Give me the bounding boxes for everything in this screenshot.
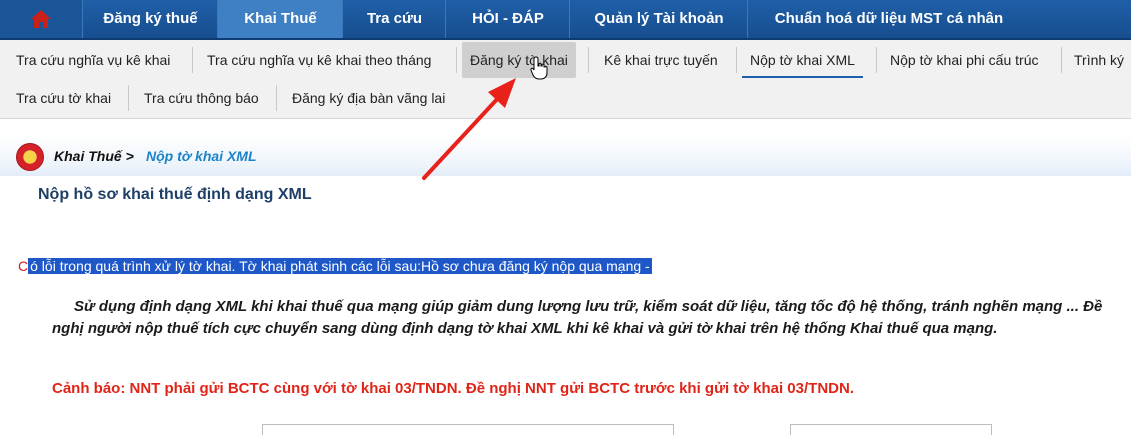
breadcrumb: Khai Thuế > Nộp tờ khai XML — [0, 136, 1131, 176]
subnav-trinh-ky[interactable]: Trình ký — [1066, 42, 1131, 78]
top-navigation-bar: Đăng ký thuế Khai Thuế Tra cứu HỎI - ĐÁP… — [0, 0, 1131, 40]
subnav-dang-ky-dia-ban-vang-lai[interactable]: Đăng ký địa bàn vãng lai — [284, 80, 453, 116]
divider — [128, 85, 129, 111]
divider — [276, 85, 277, 111]
divider — [192, 47, 193, 73]
subnav-tra-cuu-thong-bao[interactable]: Tra cứu thông báo — [136, 80, 267, 116]
subnav-tra-cuu-nghia-vu-theo-thang[interactable]: Tra cứu nghĩa vụ kê khai theo tháng — [199, 42, 439, 78]
divider — [736, 47, 737, 73]
nav-chuan-hoa-du-lieu[interactable]: Chuẩn hoá dữ liệu MST cá nhân — [747, 0, 1030, 38]
error-message-first-char: C — [18, 258, 29, 274]
subnav-tra-cuu-nghia-vu-ke-khai[interactable]: Tra cứu nghĩa vụ kê khai — [8, 42, 178, 78]
subnav-nop-to-khai-xml[interactable]: Nộp tờ khai XML — [742, 42, 863, 78]
subnav-dang-ky-to-khai[interactable]: Đăng ký tờ khai — [462, 42, 576, 78]
home-button[interactable] — [0, 0, 82, 38]
nav-hoi-dap[interactable]: HỎI - ĐÁP — [445, 0, 570, 38]
subnav-tra-cuu-to-khai[interactable]: Tra cứu tờ khai — [8, 80, 119, 116]
nav-tra-cuu[interactable]: Tra cứu — [342, 0, 446, 38]
breadcrumb-root-label: Khai Thuế — [54, 148, 122, 164]
subnav-nop-to-khai-phi-cau-truc[interactable]: Nộp tờ khai phi cấu trúc — [882, 42, 1046, 78]
nav-dang-ky-thue[interactable]: Đăng ký thuế — [82, 0, 218, 38]
hand-cursor-icon — [530, 56, 548, 80]
error-message: Có lỗi trong quá trình xử lý tờ khai. Tờ… — [18, 257, 652, 276]
error-message-text: ó lỗi trong quá trình xử lý tờ khai. Tờ … — [28, 258, 652, 274]
breadcrumb-root[interactable]: Khai Thuế > — [54, 148, 134, 164]
national-emblem-icon — [16, 143, 44, 171]
divider — [588, 47, 589, 73]
xml-intro-text: Sử dụng định dạng XML khi khai thuế qua … — [52, 298, 1103, 337]
breadcrumb-current: Nộp tờ khai XML — [146, 148, 257, 164]
home-icon — [31, 10, 51, 28]
divider — [1061, 47, 1062, 73]
sub-navigation: Tra cứu nghĩa vụ kê khai Tra cứu nghĩa v… — [0, 40, 1131, 119]
divider — [876, 47, 877, 73]
breadcrumb-separator: > — [125, 148, 134, 164]
warning-text: Cảnh báo: NNT phải gửi BCTC cùng với tờ … — [52, 380, 854, 397]
nav-quan-ly-tai-khoan[interactable]: Quản lý Tài khoản — [569, 0, 748, 38]
nav-khai-thue[interactable]: Khai Thuế — [217, 0, 343, 38]
subnav-ke-khai-truc-tuyen[interactable]: Kê khai trực tuyến — [596, 42, 726, 78]
page-title: Nộp hồ sơ khai thuế định dạng XML — [38, 186, 312, 203]
divider — [456, 47, 457, 73]
